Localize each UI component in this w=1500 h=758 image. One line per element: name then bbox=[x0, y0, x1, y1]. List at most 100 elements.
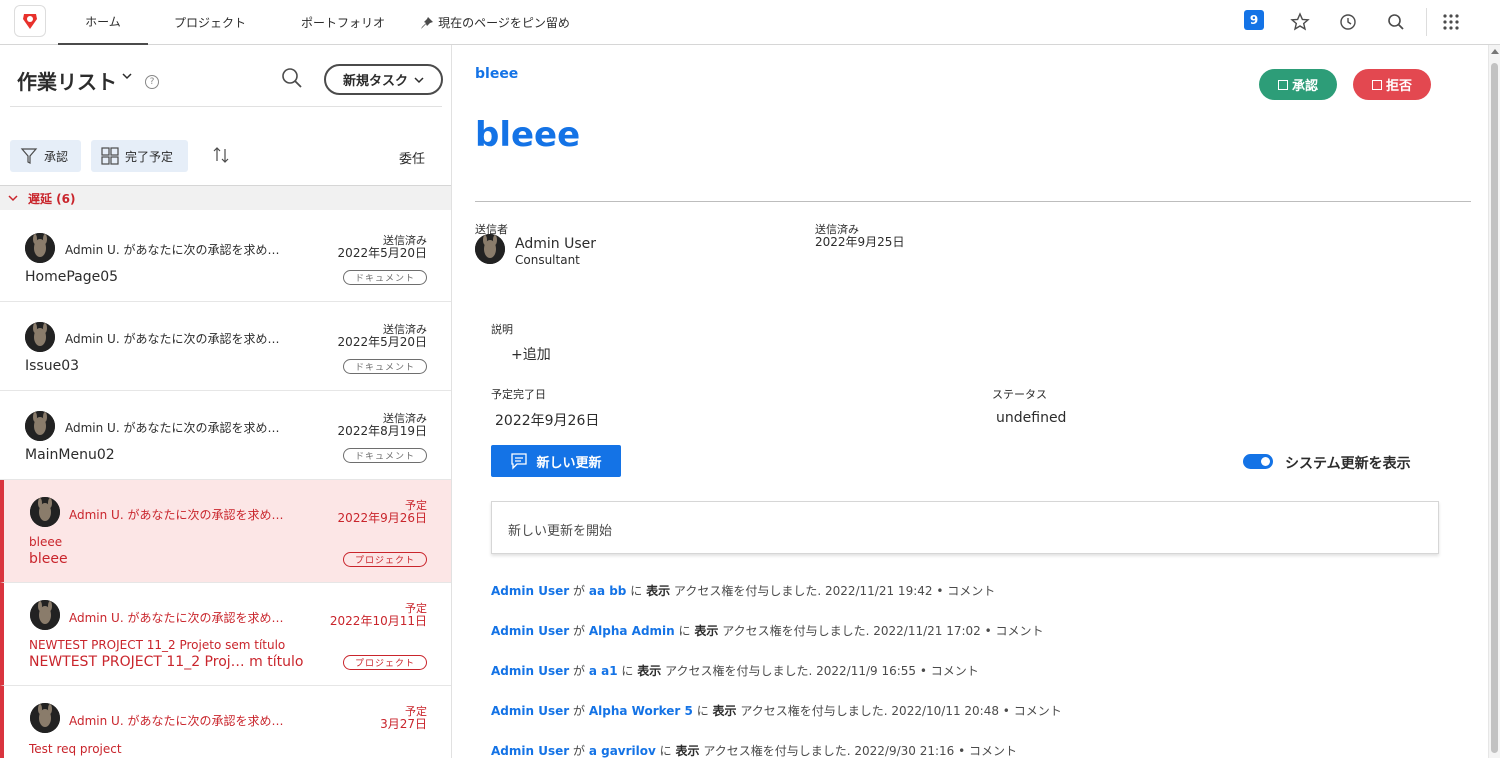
activity-comment-link[interactable]: コメント bbox=[931, 664, 979, 678]
search-icon[interactable] bbox=[1382, 8, 1410, 36]
activity-particle: に bbox=[659, 744, 672, 758]
worklist-item[interactable]: Admin U. があなたに次の承認を求め… 送信済み 2022年8月19日 M… bbox=[0, 391, 451, 480]
item-name[interactable]: MainMenu02 bbox=[25, 447, 115, 463]
new-update-button[interactable]: 新しい更新 bbox=[491, 445, 621, 477]
activity-actor[interactable]: Admin User bbox=[491, 584, 569, 598]
item-date: 2022年9月26日 bbox=[337, 511, 427, 525]
worklist-item[interactable]: Admin U. があなたに次の承認を求め… 送信済み 2022年5月20日 I… bbox=[0, 302, 451, 391]
status-value[interactable]: undefined bbox=[996, 410, 1066, 426]
tab-projects[interactable]: プロジェクト bbox=[165, 0, 255, 45]
item-date: 2022年8月19日 bbox=[337, 424, 427, 438]
status-label: ステータス bbox=[992, 388, 1047, 401]
worklist-search-icon[interactable] bbox=[281, 67, 303, 93]
activity-target[interactable]: a gavrilov bbox=[589, 744, 656, 758]
activity-target[interactable]: aa bb bbox=[589, 584, 627, 598]
reject-button[interactable]: 拒否 bbox=[1353, 69, 1431, 100]
new-update-label: 新しい更新 bbox=[536, 455, 602, 471]
activity-actor[interactable]: Admin User bbox=[491, 744, 569, 758]
activity-target[interactable]: a a1 bbox=[589, 664, 618, 678]
avatar bbox=[30, 600, 60, 630]
item-status: 予定 2022年9月26日 bbox=[337, 500, 427, 525]
worklist-item-selected[interactable]: Admin U. があなたに次の承認を求め… 予定 2022年9月26日 ble… bbox=[0, 480, 451, 583]
activity-comment-link[interactable]: コメント bbox=[1014, 704, 1062, 718]
avatar bbox=[25, 322, 55, 352]
activity-comment-link[interactable]: コメント bbox=[996, 624, 1044, 638]
worklist-title[interactable]: 作業リスト bbox=[17, 66, 117, 95]
worklist-item[interactable]: Admin U. があなたに次の承認を求め… 予定 3月27日 Test req… bbox=[0, 686, 451, 758]
activity-particle: が bbox=[573, 624, 586, 638]
pin-icon bbox=[421, 16, 434, 29]
approve-button[interactable]: 承認 bbox=[1259, 69, 1337, 100]
activity-particle: に bbox=[678, 624, 691, 638]
notification-badge[interactable]: 9 bbox=[1244, 10, 1264, 30]
item-name[interactable]: Issue03 bbox=[25, 358, 79, 374]
scroll-up-arrow-icon[interactable] bbox=[1491, 49, 1499, 54]
activity-access-level: 表示 bbox=[646, 584, 671, 598]
activity-particle: が bbox=[573, 744, 586, 758]
item-message: Admin U. があなたに次の承認を求め… bbox=[65, 421, 280, 435]
app-logo-icon[interactable] bbox=[14, 5, 46, 37]
filter-approval-label: 承認 bbox=[44, 149, 69, 164]
filter-icon bbox=[20, 148, 38, 164]
item-date: 2022年10月11日 bbox=[329, 614, 427, 628]
activity-comment-link[interactable]: コメント bbox=[969, 744, 1017, 758]
item-status: 予定 3月27日 bbox=[380, 706, 427, 731]
activity-target[interactable]: Alpha Admin bbox=[589, 624, 675, 638]
comment-icon bbox=[511, 453, 528, 470]
activity-text: アクセス権を付与しました. 2022/11/21 17:02 • bbox=[722, 624, 992, 638]
sender-avatar bbox=[475, 234, 505, 264]
sent-date: 2022年9月25日 bbox=[815, 235, 905, 249]
activity-access-level: 表示 bbox=[675, 744, 700, 758]
scrollbar[interactable] bbox=[1488, 45, 1500, 758]
show-system-updates-label: システム更新を表示 bbox=[1285, 456, 1411, 472]
activity-particle: が bbox=[573, 704, 586, 718]
item-project: bleee bbox=[29, 535, 63, 549]
activity-actor[interactable]: Admin User bbox=[491, 704, 569, 718]
group-by-due-button[interactable]: 完了予定 bbox=[91, 140, 188, 172]
pin-page-button[interactable]: 現在のページをピン留め bbox=[416, 0, 574, 45]
activity-item: Admin User が aa bb に 表示 アクセス権を付与しました. 20… bbox=[491, 582, 995, 599]
item-name[interactable]: bleee bbox=[29, 551, 68, 567]
due-date-value[interactable]: 2022年9月26日 bbox=[495, 410, 599, 430]
item-status: 送信済み 2022年8月19日 bbox=[337, 413, 427, 438]
item-status: 送信済み 2022年5月20日 bbox=[338, 235, 427, 260]
activity-comment-link[interactable]: コメント bbox=[947, 584, 995, 598]
checkbox-icon bbox=[1277, 79, 1288, 90]
scroll-thumb[interactable] bbox=[1491, 63, 1498, 753]
worklist-item[interactable]: Admin U. があなたに次の承認を求め… 予定 2022年10月11日 NE… bbox=[0, 583, 451, 686]
delegate-button[interactable]: 委任 bbox=[399, 148, 425, 167]
activity-actor[interactable]: Admin User bbox=[491, 664, 569, 678]
sender-role: Consultant bbox=[515, 253, 580, 267]
header-divider bbox=[1426, 8, 1427, 36]
show-system-updates-toggle[interactable] bbox=[1243, 454, 1273, 469]
history-icon[interactable] bbox=[1334, 8, 1362, 36]
sort-icon[interactable] bbox=[212, 145, 230, 169]
activity-actor[interactable]: Admin User bbox=[491, 624, 569, 638]
worklist-item[interactable]: Admin U. があなたに次の承認を求め… 送信済み 2022年5月20日 H… bbox=[0, 211, 451, 302]
new-task-label: 新規タスク bbox=[342, 74, 408, 89]
tab-portfolios[interactable]: ポートフォリオ bbox=[295, 0, 391, 45]
group-header-overdue[interactable]: 遅延 (6) bbox=[0, 185, 451, 210]
group-by-due-label: 完了予定 bbox=[125, 149, 174, 164]
item-name[interactable]: HomePage05 bbox=[25, 269, 118, 285]
chevron-down-icon[interactable] bbox=[122, 71, 132, 84]
filter-approval-button[interactable]: 承認 bbox=[10, 140, 81, 172]
new-task-button[interactable]: 新規タスク bbox=[324, 64, 443, 95]
activity-particle: に bbox=[696, 704, 709, 718]
item-name[interactable]: NEWTEST PROJECT 11_2 Proj… m título bbox=[29, 654, 303, 670]
add-description-button[interactable]: +追加 bbox=[511, 344, 551, 364]
item-date: 3月27日 bbox=[380, 717, 427, 731]
item-type-tag: プロジェクト bbox=[343, 552, 427, 567]
chevron-down-icon bbox=[8, 195, 18, 202]
item-type-tag: ドキュメント bbox=[343, 359, 427, 374]
star-icon[interactable] bbox=[1286, 8, 1314, 36]
activity-item: Admin User が Alpha Worker 5 に 表示 アクセス権を付… bbox=[491, 702, 1062, 719]
breadcrumb[interactable]: bleee bbox=[475, 66, 518, 82]
item-status: 予定 2022年10月11日 bbox=[329, 603, 427, 628]
help-icon[interactable]: ? bbox=[145, 75, 159, 89]
update-input[interactable]: 新しい更新を開始 bbox=[491, 501, 1439, 554]
activity-target[interactable]: Alpha Worker 5 bbox=[589, 704, 693, 718]
apps-grid-icon[interactable] bbox=[1437, 8, 1465, 36]
tab-home[interactable]: ホーム bbox=[58, 0, 148, 45]
item-type-tag: ドキュメント bbox=[343, 270, 427, 285]
